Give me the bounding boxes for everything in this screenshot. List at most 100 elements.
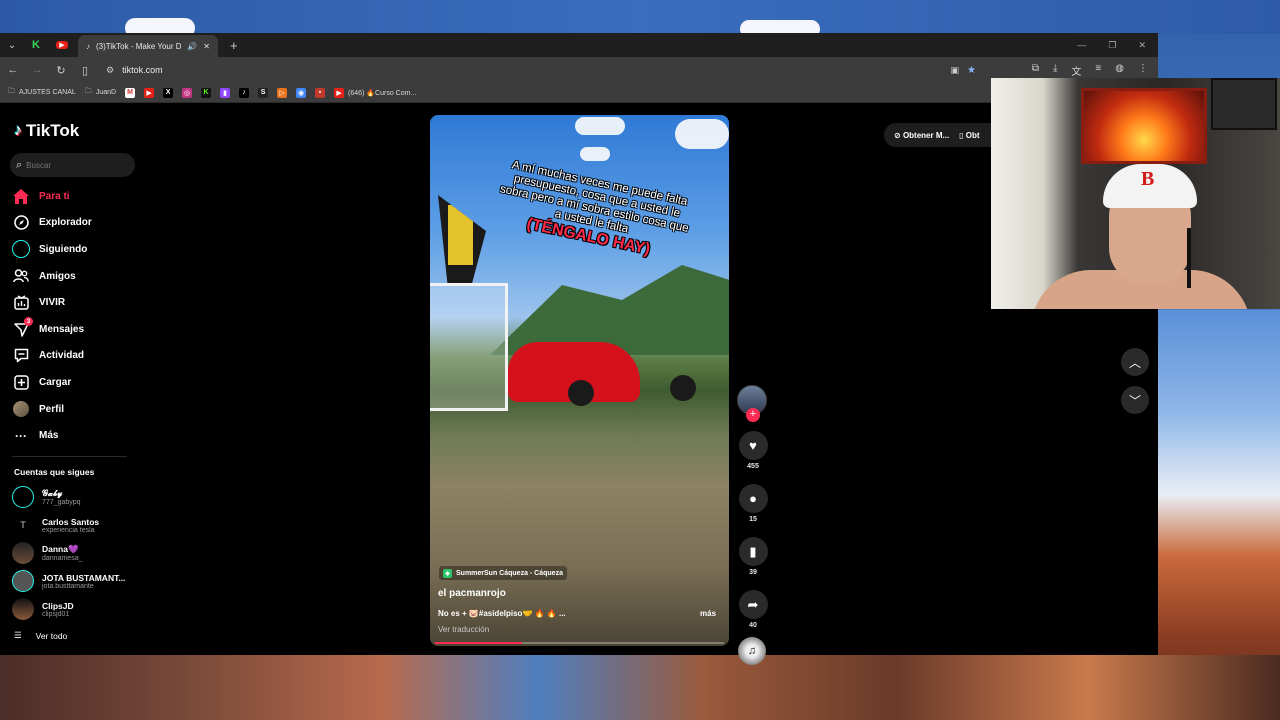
list-icon: ☰	[14, 630, 22, 640]
compass-icon	[12, 214, 30, 232]
share-action[interactable]: ➦ 40	[737, 590, 769, 629]
nav-item-explorador[interactable]: Explorador	[12, 210, 142, 237]
nav-item-actividad[interactable]: Actividad	[12, 343, 142, 370]
tab-search-button[interactable]: ⌄	[4, 37, 20, 53]
bookmark-gift[interactable]: ▪	[315, 87, 326, 98]
following-item[interactable]: JOTA BUSTAMANT... jota.busttamante	[12, 567, 125, 595]
tiktok-logo[interactable]: ♪ TikTok	[14, 121, 79, 141]
heart-icon[interactable]: ♥	[738, 431, 768, 460]
video-cloud	[575, 117, 625, 135]
nav-label: Más	[39, 430, 59, 442]
following-item[interactable]: Danna💜 dannamesa_	[12, 539, 125, 567]
menu-kebab-icon[interactable]: ⋮	[1138, 63, 1148, 78]
comment-count: 15	[749, 516, 757, 523]
profile-icon[interactable]: ◍	[1115, 63, 1124, 78]
video-cloud	[675, 119, 729, 149]
comment-icon[interactable]: ●	[738, 484, 768, 513]
bookmark-x[interactable]: X	[163, 87, 174, 98]
close-window-button[interactable]: ✕	[1138, 40, 1146, 51]
nav-item-mas[interactable]: ··· Más	[12, 422, 142, 449]
bookmark-icon[interactable]: ▮	[738, 537, 768, 566]
see-translation-button[interactable]: Ver traducción	[438, 625, 489, 634]
nav-label: Amigos	[39, 270, 76, 282]
nav-item-perfil[interactable]: Perfil	[12, 396, 142, 423]
cast-icon[interactable]: ▣	[951, 65, 960, 76]
search-input[interactable]	[26, 160, 122, 170]
following-list: 𝓖𝓪𝓫𝔂 777_gabypq T Carlos Santos experienci…	[12, 483, 125, 623]
close-tab-icon[interactable]: ✕	[203, 42, 210, 51]
account-name: ClipsJD	[42, 600, 74, 611]
site-info-icon[interactable]: ⚙	[106, 65, 114, 76]
caption-more-button[interactable]: más	[700, 609, 716, 618]
video-wheel	[568, 380, 594, 406]
sidepanel-button[interactable]: ▯	[78, 64, 92, 77]
bookmark-twitch[interactable]: ▮	[220, 87, 231, 98]
previous-video-button[interactable]: ︿	[1121, 348, 1149, 376]
bookmark-youtube[interactable]: ▶	[144, 87, 155, 98]
extensions-icon[interactable]: ⧉	[1032, 63, 1039, 78]
account-username: 777_gabypq	[42, 499, 81, 506]
get-app-mobile-button[interactable]: ▯ Obt	[959, 131, 979, 140]
nav-item-cargar[interactable]: Cargar	[12, 369, 142, 396]
like-action[interactable]: ♥ 455	[737, 431, 769, 470]
bookmark-juand[interactable]: 🗀 JuanD	[85, 87, 116, 98]
next-video-button[interactable]: ﹀	[1121, 386, 1149, 414]
share-arrow-icon[interactable]: ➦	[738, 590, 768, 619]
bookmark-curso[interactable]: ▶ (646) 🔥Curso Com...	[334, 87, 416, 98]
bookmark-gmail[interactable]: M	[125, 87, 136, 98]
tab-strip: ⌄ K ▶ ♪ (3)TikTok - Make Your Day 🔊 ✕ + …	[0, 33, 1158, 57]
reading-list-icon[interactable]: ≡	[1095, 63, 1101, 78]
messages-icon: 3	[12, 317, 33, 338]
bookmark-ajustes-canal[interactable]: 🗀 AJUSTES CANAL	[8, 87, 76, 98]
nav-item-vivir[interactable]: VIVIR	[12, 289, 142, 316]
video-progress-bar[interactable]	[435, 642, 724, 644]
account-username: dannamesa_	[42, 555, 83, 562]
video-mountain	[490, 265, 729, 355]
search-box[interactable]: ⌕	[10, 153, 135, 177]
following-item[interactable]: T Carlos Santos experiencia tesla	[12, 511, 125, 539]
save-action[interactable]: ▮ 39	[737, 537, 769, 576]
maximize-button[interactable]: ❐	[1108, 40, 1116, 51]
music-disc-icon[interactable]: ♫	[738, 637, 766, 665]
nav-item-para-ti[interactable]: Para ti	[12, 183, 142, 210]
bookmark-star-icon[interactable]: ★	[967, 65, 976, 76]
minimize-button[interactable]: —	[1077, 40, 1086, 51]
bookmark-kick[interactable]: K	[201, 87, 212, 98]
speaker-icon[interactable]: 🔊	[187, 42, 197, 51]
nav-item-siguiendo[interactable]: Siguiendo	[12, 236, 142, 263]
s-icon: S	[258, 87, 269, 98]
download-icon[interactable]: ⤓	[1053, 63, 1057, 78]
follow-plus-icon[interactable]: +	[746, 408, 760, 422]
bookmark-tiktok[interactable]: ♪	[239, 87, 250, 98]
youtube-icon: ▶	[144, 87, 155, 98]
live-icon	[12, 294, 30, 312]
pinned-tab-kick[interactable]: K	[26, 36, 46, 54]
author-avatar[interactable]: +	[737, 385, 767, 422]
bookmark-play[interactable]: ▷	[277, 87, 288, 98]
nav-item-mensajes[interactable]: 3 Mensajes	[12, 316, 142, 343]
forward-button[interactable]: →	[30, 64, 44, 76]
new-tab-button[interactable]: +	[230, 38, 238, 53]
share-count: 40	[749, 622, 757, 629]
nav-item-amigos[interactable]: Amigos	[12, 263, 142, 290]
following-item[interactable]: 𝓖𝓪𝓫𝔂 777_gabypq	[12, 483, 125, 511]
see-all-button[interactable]: ☰ Ver todo	[14, 630, 67, 641]
translate-icon[interactable]: 文	[1071, 63, 1081, 78]
get-app-button[interactable]: ⊘ Obtener M...	[894, 131, 949, 140]
avatar	[12, 400, 30, 418]
video-player[interactable]: A mí muchas veces me puede falta presupu…	[430, 115, 729, 646]
back-button[interactable]: ←	[6, 64, 20, 76]
bookmark-chrome[interactable]: ◉	[296, 87, 307, 98]
video-author[interactable]: el pacmanrojo	[438, 588, 506, 599]
tab-tiktok[interactable]: ♪ (3)TikTok - Make Your Day 🔊 ✕	[78, 35, 218, 57]
following-item[interactable]: ClipsJD clipsjd01	[12, 595, 125, 623]
bookmark-instagram[interactable]: ◎	[182, 87, 193, 98]
location-tag[interactable]: ◆ SummerSun Cáqueza - Cáqueza	[439, 566, 567, 580]
address-bar[interactable]: ⚙ tiktok.com ▣ ★	[102, 60, 982, 80]
reload-button[interactable]: ↻	[54, 64, 68, 77]
comment-action[interactable]: ● 15	[737, 484, 769, 523]
play-icon: ▷	[277, 87, 288, 98]
pinned-tab-youtube[interactable]: ▶	[52, 36, 72, 54]
bookmark-s[interactable]: S	[258, 87, 269, 98]
sidebar-nav: Para ti Explorador Siguiendo Amigos VIVI…	[12, 183, 142, 449]
